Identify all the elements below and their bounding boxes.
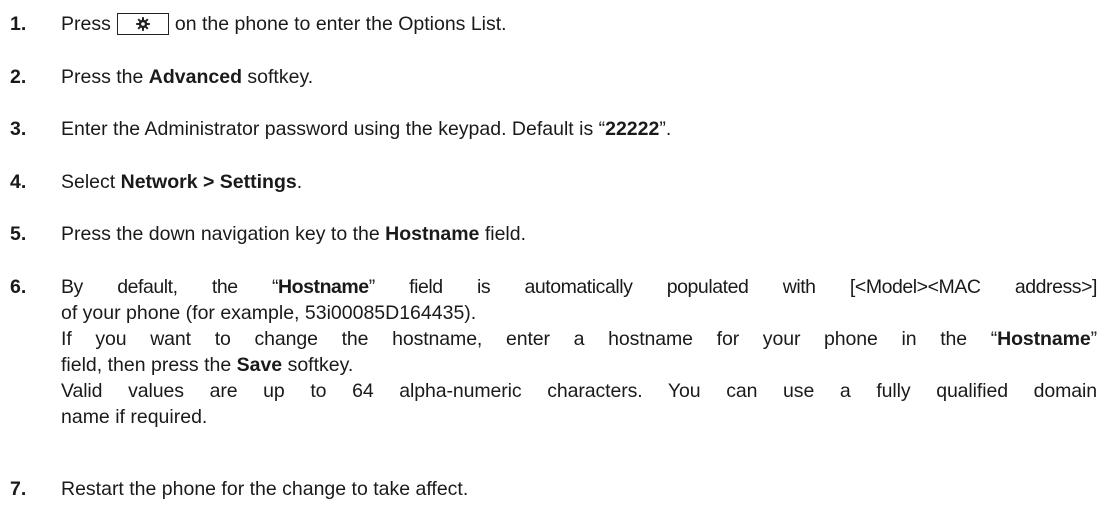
paragraph-line: If you want to change the hostname, ente… [61, 326, 1097, 352]
step-text: By default, the “Hostname” field is auto… [61, 274, 1097, 430]
step-number: 2. [10, 66, 27, 88]
step-number: 6. [10, 276, 27, 298]
text-run: . [296, 171, 303, 193]
options-key-illustration [116, 13, 169, 35]
text-run: Press the down navigation key to the [61, 223, 386, 245]
field-name: Hostname [385, 223, 480, 245]
text-run: softkey. [282, 354, 354, 376]
paragraph-line: name if required. [61, 406, 208, 428]
step-number: 5. [10, 223, 27, 245]
softkey-name: Save [236, 354, 283, 376]
text-run: field. [479, 223, 527, 245]
text-run: Press the [61, 66, 149, 88]
menu-path: Network > Settings [120, 171, 297, 193]
paragraph-line: of your phone (for example, 53i00085D164… [61, 302, 477, 324]
step-text: Press the down navigation key to the Hos… [61, 221, 1097, 247]
text-run: Restart the phone for the change to take… [61, 478, 469, 500]
text-run: By default, the “ [61, 276, 279, 298]
text-run: ”. [659, 118, 672, 140]
text-run: softkey. [242, 66, 314, 88]
text-run: If you want to change the hostname, ente… [61, 328, 998, 350]
paragraph-line: By default, the “Hostname” field is auto… [61, 274, 1097, 300]
step-number: 1. [10, 13, 27, 35]
field-name: Hostname [997, 328, 1091, 350]
paragraph-line: field, then press the Save softkey. [61, 352, 1097, 378]
softkey-name: Advanced [148, 66, 242, 88]
step-number: 7. [10, 478, 27, 500]
step-number: 3. [10, 118, 27, 140]
field-name: Hostname [278, 276, 369, 298]
default-password: 22222 [605, 118, 660, 140]
step-text-suffix: on the phone to enter the Options List. [174, 13, 507, 35]
paragraph-line: Valid values are up to 64 alpha-numeric … [61, 380, 1097, 402]
step-text: Select Network > Settings. [61, 169, 1097, 195]
step-text: Restart the phone for the change to take… [61, 476, 1097, 502]
step-text-prefix: Press [61, 13, 111, 35]
gear-icon [136, 17, 150, 31]
step-text: Enter the Administrator password using t… [61, 116, 1097, 142]
text-run: field, then press the [61, 354, 237, 376]
step-text: Press on the phone to enter the Options L… [61, 11, 1097, 37]
step-number: 4. [10, 171, 27, 193]
text-run: ” [1090, 328, 1098, 350]
step-text: Press the Advanced softkey. [61, 64, 1097, 90]
text-run: Select [61, 171, 121, 193]
text-run: ” field is automatically populated with … [368, 276, 1098, 298]
text-run: Enter the Administrator password using t… [61, 118, 606, 140]
